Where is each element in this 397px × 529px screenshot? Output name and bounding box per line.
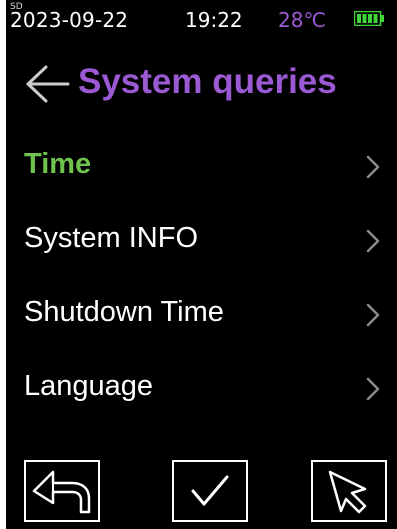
status-time: 19:22 — [185, 8, 243, 32]
menu-item-label: System INFO — [24, 222, 199, 254]
status-date: 2023-09-22 — [10, 8, 129, 32]
chevron-right-icon — [366, 377, 380, 401]
menu-list: Time System INFO Shutdown Time Language — [6, 130, 397, 426]
battery-full-icon — [354, 11, 384, 26]
chevron-right-icon — [366, 155, 380, 179]
menu-item-shutdown-time[interactable]: Shutdown Time — [6, 278, 397, 352]
pointer-cursor-icon — [328, 470, 367, 514]
back-arrow-icon[interactable] — [24, 64, 70, 104]
checkmark-icon — [191, 475, 229, 506]
menu-item-label: Language — [24, 370, 154, 402]
pointer-button[interactable] — [311, 460, 387, 522]
chevron-right-icon — [366, 303, 380, 327]
confirm-button[interactable] — [172, 460, 248, 522]
bottom-bar — [6, 456, 397, 529]
status-bar: SD 2023-09-22 19:22 28℃ — [6, 0, 397, 40]
return-button[interactable] — [24, 460, 100, 522]
page-title: System queries — [78, 62, 337, 101]
menu-item-label: Time — [24, 148, 92, 180]
device-screen: SD 2023-09-22 19:22 28℃ System queries T… — [6, 0, 397, 529]
menu-item-system-info[interactable]: System INFO — [6, 204, 397, 278]
menu-item-label: Shutdown Time — [24, 296, 224, 328]
status-temperature: 28℃ — [278, 8, 326, 32]
menu-item-language[interactable]: Language — [6, 352, 397, 426]
menu-item-time[interactable]: Time — [6, 130, 397, 204]
return-arrow-icon — [32, 470, 91, 514]
chevron-right-icon — [366, 229, 380, 253]
header: System queries — [6, 58, 397, 118]
